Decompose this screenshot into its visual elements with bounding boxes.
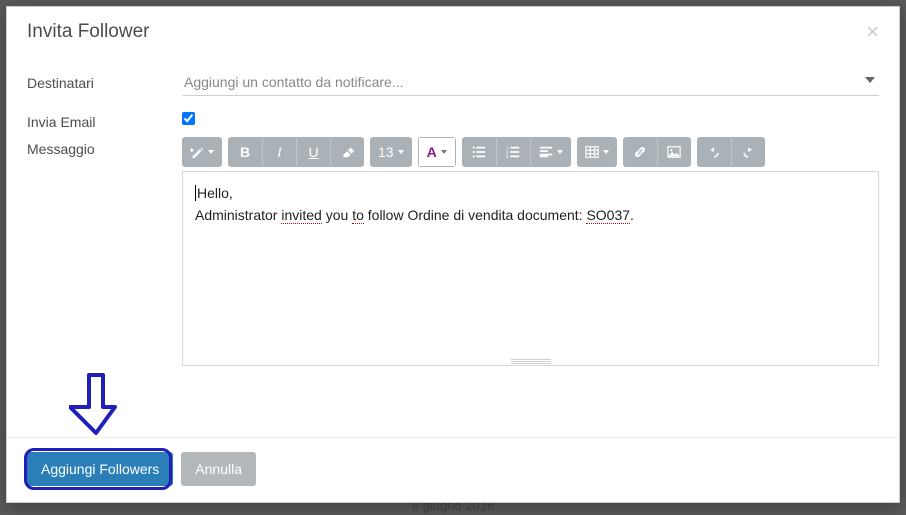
- caret-down-icon: [398, 150, 404, 154]
- align-left-icon: [539, 145, 553, 159]
- caret-down-icon: [557, 150, 563, 154]
- ordered-list-button[interactable]: 123: [496, 137, 530, 167]
- send-email-label: Invia Email: [27, 110, 182, 133]
- caret-down-icon: [208, 150, 214, 154]
- modal-body: Destinatari Aggiungi un contatto da noti…: [7, 53, 899, 437]
- invite-follower-modal: Invita Follower × Destinatari Aggiungi u…: [6, 6, 900, 503]
- modal-header: Invita Follower ×: [7, 7, 899, 53]
- undo-button[interactable]: [697, 137, 731, 167]
- clear-format-button[interactable]: [330, 137, 364, 167]
- table-dropdown[interactable]: [577, 137, 617, 167]
- editor-line-2: Administrator invited you to follow Ordi…: [195, 204, 866, 226]
- italic-button[interactable]: I: [262, 137, 296, 167]
- magic-wand-icon: [190, 145, 204, 159]
- style-dropdown-button[interactable]: [182, 137, 222, 167]
- font-size-dropdown[interactable]: 13: [370, 137, 412, 167]
- message-label: Messaggio: [27, 137, 182, 160]
- bold-button[interactable]: B: [228, 137, 262, 167]
- font-color-icon: A: [427, 145, 437, 159]
- recipients-placeholder: Aggiungi un contatto da notificare...: [184, 74, 403, 90]
- table-icon: [585, 145, 599, 159]
- image-button[interactable]: [657, 137, 691, 167]
- image-icon: [667, 145, 681, 159]
- cancel-button[interactable]: Annulla: [181, 452, 256, 486]
- send-email-checkbox[interactable]: [182, 112, 195, 125]
- editor-toolbar: B I U 13: [182, 137, 879, 167]
- recipients-label: Destinatari: [27, 71, 182, 94]
- unordered-list-button[interactable]: [462, 137, 496, 167]
- modal-title: Invita Follower: [27, 21, 150, 43]
- close-icon[interactable]: ×: [866, 21, 879, 43]
- recipients-row: Destinatari Aggiungi un contatto da noti…: [27, 71, 879, 96]
- editor-line-1: Hello,: [195, 182, 866, 204]
- send-email-row: Invia Email: [27, 110, 879, 133]
- editor-resize-handle[interactable]: [511, 359, 551, 364]
- list-ul-icon: [472, 145, 486, 159]
- redo-icon: [741, 145, 755, 159]
- caret-down-icon: [603, 150, 609, 154]
- modal-footer: Aggiungi Followers Annulla: [7, 437, 899, 502]
- undo-icon: [707, 145, 721, 159]
- font-size-value: 13: [378, 144, 394, 160]
- link-button[interactable]: [623, 137, 657, 167]
- list-ol-icon: 123: [506, 145, 520, 159]
- dropdown-caret-icon[interactable]: [865, 77, 875, 83]
- link-icon: [633, 145, 647, 159]
- message-row: Messaggio B I U: [27, 137, 879, 366]
- recipients-input[interactable]: Aggiungi un contatto da notificare...: [182, 71, 879, 96]
- redo-button[interactable]: [731, 137, 765, 167]
- eraser-icon: [341, 145, 355, 159]
- underline-button[interactable]: U: [296, 137, 330, 167]
- message-editor[interactable]: Hello, Administrator invited you to foll…: [182, 171, 879, 366]
- add-followers-button[interactable]: Aggiungi Followers: [27, 452, 173, 486]
- font-color-dropdown[interactable]: A: [418, 137, 456, 167]
- caret-down-icon: [441, 150, 447, 154]
- svg-text:3: 3: [506, 154, 509, 159]
- paragraph-dropdown[interactable]: [530, 137, 571, 167]
